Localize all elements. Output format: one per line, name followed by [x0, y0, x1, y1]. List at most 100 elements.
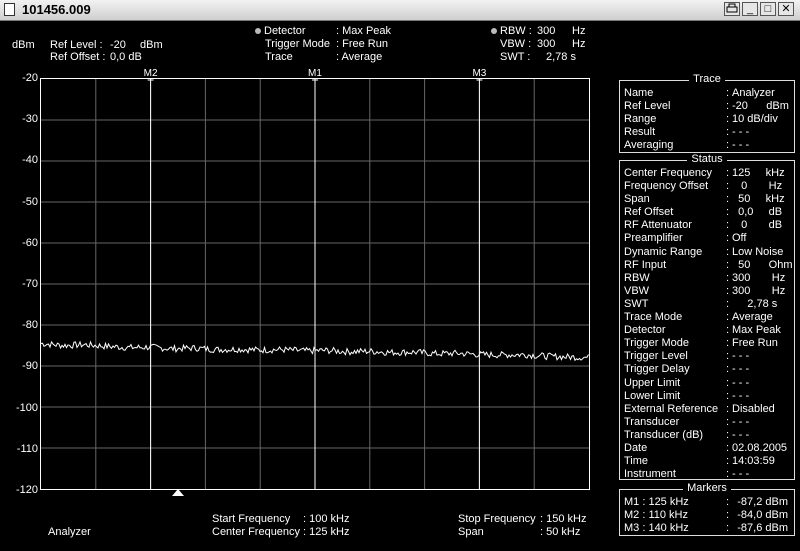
stop-frequency-value: : 150 kHz: [540, 513, 587, 525]
status-row-value: Low Noise: [732, 245, 784, 258]
status-row: RF Attenuator: 0 dB: [620, 219, 794, 232]
window-title: 101456.009: [22, 2, 91, 17]
status-row-key: External Reference: [624, 402, 719, 415]
status-row-separator: :: [726, 297, 730, 310]
status-row-key: Frequency Offset: [624, 180, 709, 193]
document-icon: [4, 3, 15, 16]
status-row-key: Span: [624, 193, 650, 206]
status-row: Trace Mode: Average: [620, 311, 794, 324]
vbw-value: 300: [537, 38, 556, 50]
status-row-value: 300 Hz: [732, 284, 786, 297]
trace-row-separator: :: [726, 139, 730, 152]
y-tick-label: -120: [15, 484, 38, 496]
swt-value: 2,78 s: [546, 51, 576, 63]
marker-label-m1: M1: [308, 68, 322, 79]
detector-bullet-icon: [255, 28, 261, 35]
trace-value: : Average: [336, 51, 383, 63]
status-row-value: Max Peak: [732, 324, 781, 337]
status-row-value: Free Run: [732, 337, 778, 350]
status-row-key: Trigger Delay: [624, 363, 690, 376]
rbw-unit: Hz: [572, 25, 586, 37]
status-row-key: Trigger Level: [624, 350, 688, 363]
status-row-value: 50 Ohm: [732, 258, 793, 271]
y-tick-label: -20: [22, 72, 38, 84]
status-row-key: Transducer (dB): [624, 428, 704, 441]
status-row: Span: 50 kHz: [620, 193, 794, 206]
y-tick-label: -100: [15, 401, 38, 414]
trace-row: Ref Level: -20 dBm: [620, 100, 794, 113]
status-row: Preamplifier: Off: [620, 232, 794, 245]
minimize-button[interactable]: _: [742, 2, 758, 16]
span-value: : 50 kHz: [540, 526, 581, 538]
vbw-unit: Hz: [572, 38, 586, 50]
trigger-mode-label: Trigger Mode: [265, 38, 331, 50]
trace-row-key: Name: [624, 87, 654, 99]
trace-row-key: Ref Level: [624, 100, 671, 113]
trace-panel-title: Trace: [689, 73, 725, 85]
status-row: Dynamic Range: Low Noise: [620, 246, 794, 259]
status-row-separator: :: [726, 284, 730, 297]
status-row-value: 02.08.2005: [732, 441, 788, 454]
span-label: Span: [458, 526, 484, 538]
status-row-separator: :: [726, 206, 730, 219]
spectrum-chart-svg: M1 M2 M3: [40, 68, 589, 489]
print-button[interactable]: [724, 2, 740, 16]
maximize-button[interactable]: □: [760, 2, 776, 16]
y-tick-label: -70: [22, 278, 38, 290]
rbw-value: 300: [537, 25, 556, 37]
status-row: VBW:300 Hz: [620, 285, 794, 298]
y-tick-label: -80: [22, 319, 38, 332]
status-row-key: Preamplifier: [624, 232, 683, 245]
status-row-value: 14:03:59: [732, 455, 775, 468]
marker-row-separator: :: [726, 509, 730, 521]
status-row-value: 0 Hz: [732, 180, 783, 193]
status-row-value: Disabled: [732, 402, 775, 415]
ref-offset-label: Ref Offset :: [50, 51, 106, 63]
trace-row-value: -20 dBm: [732, 100, 789, 113]
status-row-value: - - -: [732, 376, 750, 389]
close-button[interactable]: ✕: [778, 2, 794, 16]
trace-row-value: Analyzer: [732, 87, 775, 99]
marker-label-m2: M2: [144, 68, 158, 79]
y-tick-label: -30: [22, 113, 38, 126]
status-row-key: RF Attenuator: [624, 219, 692, 232]
status-row-key: Instrument: [624, 468, 676, 481]
status-row: Transducer (dB): - - -: [620, 429, 794, 442]
start-frequency-value: : 100 kHz: [303, 513, 350, 525]
status-row: Time:14:03:59: [620, 455, 794, 468]
status-row-separator: :: [726, 428, 730, 441]
marker-row: M2 : 110 kHz: -84,0 dBm: [620, 509, 794, 522]
status-row-value: - - -: [732, 389, 750, 402]
status-row-value: Average: [732, 311, 773, 324]
status-row: Ref Offset: 0,0 dB: [620, 206, 794, 219]
status-row-separator: :: [726, 376, 730, 389]
status-row-value: - - -: [732, 428, 750, 441]
status-row-key: RBW: [624, 271, 650, 284]
status-row: Instrument: - - -: [620, 468, 794, 481]
window-titlebar: 101456.009 _ □ ✕: [0, 0, 800, 21]
status-row-separator: :: [726, 468, 730, 481]
spectrum-plot[interactable]: M1 M2 M3: [40, 68, 590, 490]
trace-row-value: - - -: [732, 126, 750, 139]
status-row-separator: :: [726, 389, 730, 402]
unit-label: dBm: [12, 39, 35, 51]
status-row-key: Date: [624, 441, 648, 454]
status-row-value: 2,78 s: [732, 297, 778, 310]
status-row-key: Trigger Mode: [624, 337, 690, 350]
marker-row-separator: :: [726, 496, 730, 508]
marker-row-key: M2 : 110 kHz: [624, 509, 688, 521]
y-tick-label: -110: [16, 442, 38, 455]
status-row: External Reference: Disabled: [620, 403, 794, 416]
status-row-key: RF Input: [624, 258, 667, 271]
status-row-separator: :: [726, 311, 730, 324]
status-row-value: 50 kHz: [732, 193, 785, 206]
status-panel: Status Center Frequency:125 kHz Frequency…: [619, 153, 795, 481]
trace-row: Range:10 dB/div: [620, 113, 794, 126]
marker-row: M3 : 140 kHz: -87,6 dBm: [620, 522, 794, 535]
status-row: Center Frequency:125 kHz: [620, 167, 794, 180]
marker-label-m3: M3: [472, 68, 486, 79]
status-row-separator: :: [726, 415, 730, 428]
status-row-separator: :: [726, 232, 730, 245]
status-row-value: 125 kHz: [732, 167, 785, 179]
status-row-key: Transducer: [624, 415, 680, 428]
